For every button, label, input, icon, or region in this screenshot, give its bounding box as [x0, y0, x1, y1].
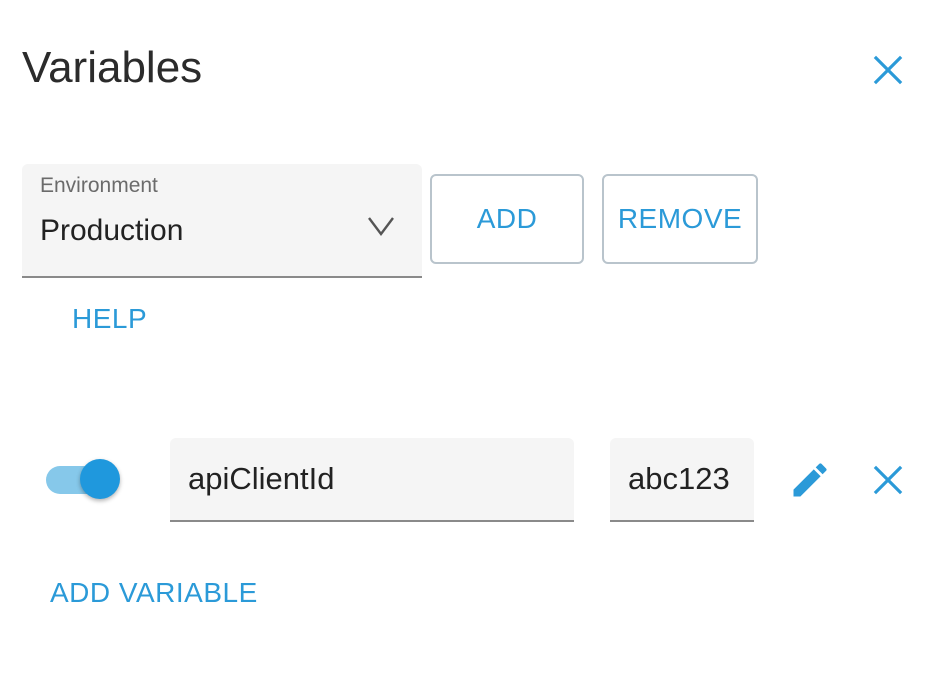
variable-name-field[interactable]: apiClientId — [170, 438, 574, 522]
add-environment-button[interactable]: ADD — [430, 174, 584, 264]
toggle-thumb — [80, 459, 120, 499]
pencil-icon — [793, 463, 827, 497]
environment-select-value: Production — [40, 214, 184, 247]
delete-variable-button[interactable] — [864, 456, 912, 504]
close-icon — [873, 465, 903, 495]
edit-variable-button[interactable] — [786, 456, 834, 504]
variable-value-field[interactable]: abc123 — [610, 438, 754, 522]
variables-dialog: Variables Environment Production ADD REM… — [0, 0, 944, 680]
variable-enabled-toggle[interactable] — [44, 458, 120, 502]
environment-select[interactable]: Environment Production — [22, 164, 422, 278]
environment-select-label: Environment — [40, 174, 158, 197]
chevron-down-icon — [368, 217, 394, 236]
remove-environment-button[interactable]: REMOVE — [602, 174, 758, 264]
help-button[interactable]: HELP — [72, 303, 147, 335]
dialog-title: Variables — [22, 43, 203, 92]
close-icon — [873, 55, 903, 85]
close-dialog-button[interactable] — [866, 48, 910, 92]
add-variable-button[interactable]: ADD VARIABLE — [50, 577, 258, 609]
